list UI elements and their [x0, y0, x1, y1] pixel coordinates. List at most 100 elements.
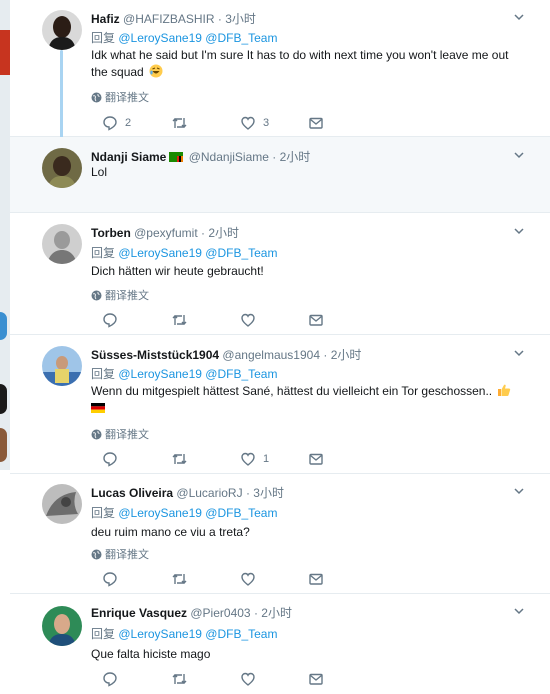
reply-button[interactable] [102, 571, 118, 587]
direct-message-button[interactable] [308, 312, 324, 328]
timestamp[interactable]: 2小时 [280, 150, 311, 164]
like-button[interactable]: 1 [240, 451, 269, 467]
retweet-button[interactable] [171, 671, 188, 687]
translate-tweet-link[interactable]: 翻译推文 [91, 546, 149, 562]
retweet-button[interactable] [171, 451, 188, 467]
edge-blue-circle [0, 312, 7, 340]
display-name[interactable]: Torben [91, 226, 131, 240]
edge-image-strip [0, 30, 10, 75]
tweet-hafiz[interactable]: Hafiz @HAFIZBASHIR · 3小时 回复 @LeroySane19… [10, 0, 550, 145]
translate-tweet-link[interactable]: 翻译推文 [91, 89, 149, 105]
avatar[interactable] [42, 148, 82, 188]
display-name[interactable]: Enrique Vasquez [91, 606, 187, 620]
mention-dfb-team[interactable]: @DFB_Team [205, 627, 277, 641]
translate-tweet-link[interactable]: 翻译推文 [91, 287, 149, 303]
tweet-header: Hafiz @HAFIZBASHIR · 3小时 [91, 12, 256, 26]
display-name[interactable]: Süsses-Miststück1904 [91, 348, 219, 362]
retweet-button[interactable] [171, 571, 188, 587]
globe-icon [91, 549, 102, 560]
edge-brown-circle [0, 428, 7, 462]
envelope-icon [309, 453, 323, 465]
tweet-actions: 1 [91, 451, 351, 467]
mention-leroysane19[interactable]: @LeroySane19 [118, 367, 202, 381]
reply-count: 2 [125, 117, 132, 129]
mention-dfb-team[interactable]: @DFB_Team [205, 31, 277, 45]
retweet-icon [172, 674, 187, 684]
reply-feed: Hafiz @HAFIZBASHIR · 3小时 回复 @LeroySane19… [10, 0, 550, 694]
reply-button[interactable] [102, 671, 118, 687]
chevron-down-icon[interactable] [512, 604, 526, 618]
display-name[interactable]: Hafiz [91, 12, 120, 26]
chevron-down-icon[interactable] [512, 10, 526, 24]
avatar[interactable] [42, 224, 82, 264]
replying-to: 回复 @LeroySane19 @DFB_Team [91, 627, 278, 641]
heart-icon [241, 572, 255, 586]
globe-icon [91, 290, 102, 301]
mention-dfb-team[interactable]: @DFB_Team [205, 246, 277, 260]
reply-icon [103, 572, 117, 587]
reply-icon [103, 313, 117, 328]
tweet-text: Dich hätten wir heute gebraucht! [91, 264, 264, 278]
mention-dfb-team[interactable]: @DFB_Team [205, 506, 277, 520]
avatar[interactable] [42, 10, 82, 50]
chevron-down-icon[interactable] [512, 148, 526, 162]
mention-leroysane19[interactable]: @LeroySane19 [118, 246, 202, 260]
avatar[interactable] [42, 346, 82, 386]
envelope-icon [309, 117, 323, 129]
germany-flag-icon [91, 403, 105, 413]
tweet-suesses-miststueck1904[interactable]: Süsses-Miststück1904 @angelmaus1904 · 2小… [10, 335, 550, 474]
retweet-icon [172, 315, 187, 325]
user-handle[interactable]: @Pier0403 [190, 606, 250, 620]
reply-button[interactable] [102, 312, 118, 328]
heart-icon [241, 116, 255, 130]
replying-to: 回复 @LeroySane19 @DFB_Team [91, 31, 278, 45]
tweet-torben[interactable]: Torben @pexyfumit · 2小时 回复 @LeroySane19 … [10, 213, 550, 335]
tweet-lucas-oliveira[interactable]: Lucas Oliveira @LucarioRJ · 3小时 回复 @Lero… [10, 474, 550, 594]
chevron-down-icon[interactable] [512, 484, 526, 498]
reply-button[interactable]: 2 [102, 115, 131, 131]
like-button[interactable] [240, 671, 256, 687]
globe-icon [91, 429, 102, 440]
display-name[interactable]: Lucas Oliveira [91, 486, 173, 500]
tweet-header: Torben @pexyfumit · 2小时 [91, 226, 240, 240]
direct-message-button[interactable] [308, 451, 324, 467]
tweet-header: Enrique Vasquez @Pier0403 · 2小时 [91, 606, 292, 620]
avatar[interactable] [42, 484, 82, 524]
envelope-icon [309, 673, 323, 685]
chevron-down-icon[interactable] [512, 224, 526, 238]
user-handle[interactable]: @LucarioRJ [176, 486, 242, 500]
reply-button[interactable] [102, 451, 118, 467]
retweet-button[interactable] [171, 115, 188, 131]
retweet-icon [172, 118, 187, 128]
mention-leroysane19[interactable]: @LeroySane19 [118, 506, 202, 520]
display-name[interactable]: Ndanji Siame [91, 150, 166, 164]
like-count: 3 [263, 117, 270, 129]
user-handle[interactable]: @angelmaus1904 [222, 348, 320, 362]
mention-dfb-team[interactable]: @DFB_Team [205, 367, 277, 381]
avatar[interactable] [42, 606, 82, 646]
direct-message-button[interactable] [308, 115, 324, 131]
mention-leroysane19[interactable]: @LeroySane19 [118, 627, 202, 641]
direct-message-button[interactable] [308, 571, 324, 587]
timestamp[interactable]: 2小时 [208, 226, 239, 240]
tweet-ndanji-siame[interactable]: Ndanji Siame @NdanjiSiame · 2小时 Lol [10, 137, 550, 213]
thumbs-up-emoji-icon [498, 384, 511, 396]
like-button[interactable] [240, 571, 256, 587]
timestamp[interactable]: 2小时 [261, 606, 292, 620]
direct-message-button[interactable] [308, 671, 324, 687]
timestamp[interactable]: 3小时 [253, 486, 284, 500]
timestamp[interactable]: 2小时 [331, 348, 362, 362]
tweet-enrique-vasquez[interactable]: Enrique Vasquez @Pier0403 · 2小时 回复 @Lero… [10, 594, 550, 694]
envelope-icon [309, 314, 323, 326]
timestamp[interactable]: 3小时 [225, 12, 256, 26]
like-button[interactable] [240, 312, 256, 328]
chevron-down-icon[interactable] [512, 346, 526, 360]
user-handle[interactable]: @NdanjiSiame [189, 150, 269, 164]
translate-tweet-link[interactable]: 翻译推文 [91, 426, 149, 442]
mention-leroysane19[interactable]: @LeroySane19 [118, 31, 202, 45]
globe-icon [91, 92, 102, 103]
retweet-button[interactable] [171, 312, 188, 328]
like-button[interactable]: 3 [240, 115, 269, 131]
user-handle[interactable]: @pexyfumit [134, 226, 198, 240]
user-handle[interactable]: @HAFIZBASHIR [123, 12, 215, 26]
